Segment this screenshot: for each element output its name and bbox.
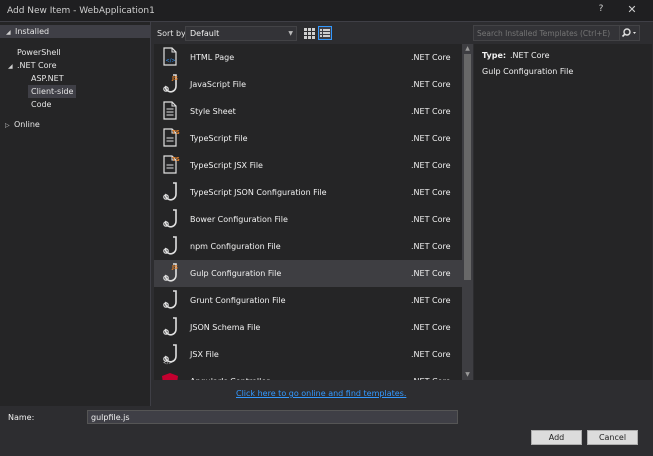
tree-item-online[interactable]: ▷ Online — [5, 118, 40, 131]
list-view-icon — [320, 29, 330, 37]
template-item[interactable]: TS TypeScript JSX File .NET Core — [154, 152, 462, 179]
template-list: </> HTML Page .NET Core JS JavaScript File .N… — [154, 44, 462, 380]
close-button[interactable]: ✕ — [624, 3, 640, 19]
name-label: Name: — [8, 413, 35, 422]
add-button[interactable]: Add — [531, 430, 582, 445]
cancel-button[interactable]: Cancel — [587, 430, 638, 445]
svg-text:</>: </> — [166, 58, 176, 64]
category-tree: ◢ Installed PowerShell ◢ .NET Core ASP.NET… — [0, 22, 151, 406]
gulp-config-icon: JS — [160, 263, 180, 284]
template-item-name: TypeScript File — [190, 134, 248, 143]
template-item-type: .NET Core — [411, 80, 451, 89]
jsx-file-icon: </> — [160, 344, 180, 366]
detail-template-name: Gulp Configuration File — [482, 67, 574, 76]
bower-config-icon — [160, 209, 180, 230]
template-item-type: .NET Core — [411, 377, 451, 380]
search-input[interactable] — [473, 25, 620, 41]
angular-controller-icon — [160, 371, 180, 380]
template-item-name: npm Configuration File — [190, 242, 281, 251]
template-item-name: JSON Schema File — [190, 323, 261, 332]
template-item[interactable]: AngularJs Controller .NET Core — [154, 368, 462, 380]
template-item-name: JSX File — [190, 350, 219, 359]
template-item-type: .NET Core — [411, 134, 451, 143]
template-item[interactable]: Bower Configuration File .NET Core — [154, 206, 462, 233]
template-item[interactable]: </> JSX File .NET Core — [154, 341, 462, 368]
javascript-file-icon: JS — [160, 74, 180, 95]
grid-view-icon — [304, 28, 315, 39]
tree-item-client-side[interactable]: Client-side — [28, 85, 77, 98]
template-item[interactable]: </> HTML Page .NET Core — [154, 44, 462, 71]
template-item-name: TypeScript JSX File — [190, 161, 263, 170]
template-item-type: .NET Core — [411, 323, 451, 332]
json-schema-icon — [160, 317, 180, 338]
typescript-jsx-icon: TS — [160, 155, 180, 176]
scroll-down-icon[interactable]: ▼ — [462, 370, 473, 380]
svg-text:JS: JS — [171, 265, 178, 271]
grid-view-button[interactable] — [302, 26, 316, 40]
caret-right-icon: ▷ — [5, 122, 10, 129]
template-item[interactable]: npm Configuration File .NET Core — [154, 233, 462, 260]
tree-item-dotnet-core[interactable]: ◢ .NET Core — [8, 59, 57, 72]
svg-text:TS: TS — [172, 130, 180, 136]
caret-down-icon: ◢ — [8, 63, 13, 70]
template-item-name: HTML Page — [190, 53, 235, 62]
typescript-file-icon: TS — [160, 128, 180, 149]
svg-text:</>: </> — [163, 360, 172, 365]
svg-text:JS: JS — [171, 76, 178, 82]
template-item-type: .NET Core — [411, 107, 451, 116]
list-view-button[interactable] — [318, 26, 332, 40]
template-list-scrollbar[interactable]: ▲ ▼ — [462, 44, 473, 380]
template-item[interactable]: TS TypeScript File .NET Core — [154, 125, 462, 152]
template-item-type: .NET Core — [411, 242, 451, 251]
details-pane: Type: .NET Core Gulp Configuration File — [474, 44, 652, 380]
template-item-type: .NET Core — [411, 296, 451, 305]
template-item-name: JavaScript File — [190, 80, 247, 89]
scroll-up-icon[interactable]: ▲ — [462, 44, 473, 54]
dropdown-arrow-icon: ▼ — [288, 30, 293, 37]
template-item-type: .NET Core — [411, 269, 451, 278]
tree-header-installed[interactable]: ◢ Installed — [0, 25, 150, 38]
grunt-config-icon — [160, 290, 180, 311]
scroll-thumb[interactable] — [464, 54, 471, 280]
title-bar: Add New Item - WebApplication1 ? ✕ — [0, 0, 653, 22]
template-item-name: Grunt Configuration File — [190, 296, 286, 305]
detail-type-value: .NET Core — [510, 51, 550, 60]
template-item-type: .NET Core — [411, 161, 451, 170]
template-item[interactable]: JSON Schema File .NET Core — [154, 314, 462, 341]
svg-text:TS: TS — [172, 157, 180, 163]
template-item[interactable]: Style Sheet .NET Core — [154, 98, 462, 125]
caret-down-icon: ◢ — [6, 29, 11, 36]
template-item-type: .NET Core — [411, 188, 451, 197]
tree-item-aspnet[interactable]: ASP.NET — [31, 72, 64, 85]
template-item[interactable]: JS JavaScript File .NET Core — [154, 71, 462, 98]
template-item-name: TypeScript JSON Configuration File — [190, 188, 327, 197]
template-item-type: .NET Core — [411, 53, 451, 62]
json-config-icon — [160, 182, 180, 203]
find-templates-online-link[interactable]: Click here to go online and find templat… — [236, 389, 406, 398]
stylesheet-icon — [160, 101, 180, 122]
detail-type-label: Type: — [482, 51, 507, 60]
template-item[interactable]: Grunt Configuration File .NET Core — [154, 287, 462, 314]
sort-by-label: Sort by: — [157, 29, 188, 38]
template-item-type: .NET Core — [411, 215, 451, 224]
template-item-type: .NET Core — [411, 350, 451, 359]
search-button[interactable] — [620, 25, 640, 41]
template-item-name: Bower Configuration File — [190, 215, 288, 224]
template-item[interactable]: JS Gulp Configuration File .NET Core — [154, 260, 462, 287]
help-button[interactable]: ? — [594, 4, 608, 18]
sort-by-dropdown[interactable]: Default ▼ — [185, 26, 297, 41]
template-item-name: Gulp Configuration File — [190, 269, 282, 278]
tree-item-code[interactable]: Code — [31, 98, 51, 111]
tree-item-powershell[interactable]: PowerShell — [17, 46, 61, 59]
npm-config-icon — [160, 236, 180, 257]
template-item[interactable]: TypeScript JSON Configuration File .NET C… — [154, 179, 462, 206]
template-item-name: Style Sheet — [190, 107, 236, 116]
name-input[interactable] — [87, 410, 458, 424]
template-item-name: AngularJs Controller — [190, 377, 270, 380]
window-title: Add New Item - WebApplication1 — [7, 6, 155, 16]
html-page-icon: </> — [160, 47, 180, 68]
search-icon — [621, 28, 636, 38]
